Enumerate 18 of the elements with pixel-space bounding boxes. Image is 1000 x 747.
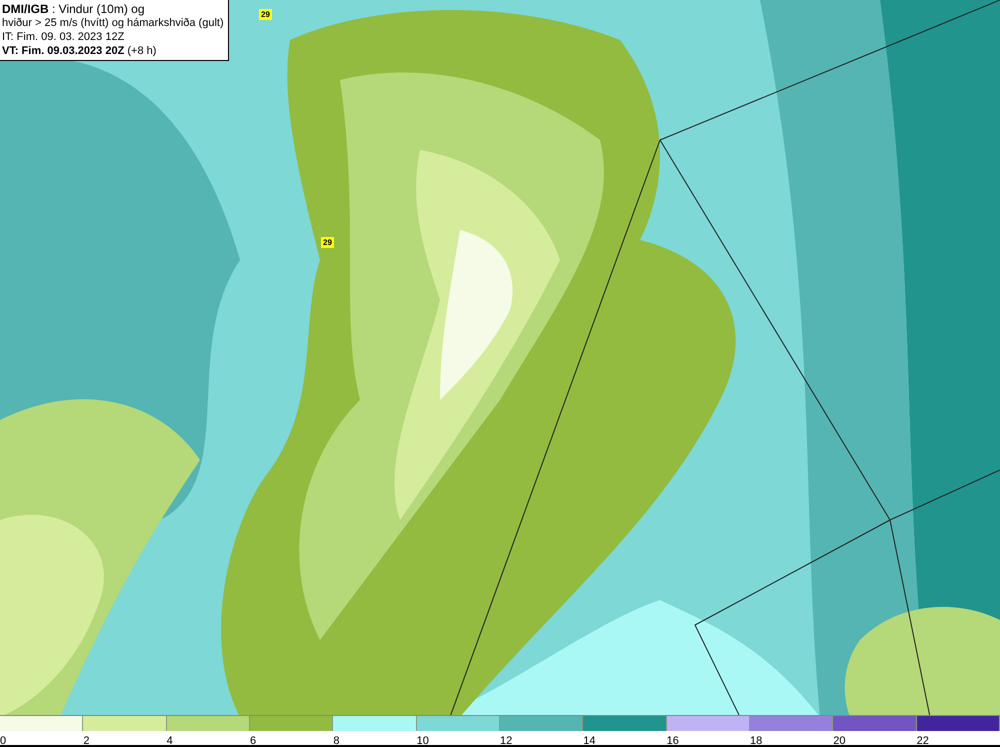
legend-label: 14 xyxy=(583,735,596,747)
legend-label: 18 xyxy=(750,735,762,747)
title-line: IT: Fim. 09. 03. 2023 12Z xyxy=(2,30,126,44)
legend-label: 8 xyxy=(333,735,340,747)
legend-label: 12 xyxy=(500,735,512,747)
title-line: DMI/IGB : Vindur (10m) og xyxy=(2,2,146,16)
gust-label: 29 xyxy=(259,9,272,20)
legend-label: 22 xyxy=(916,735,929,747)
legend-label: 2 xyxy=(83,735,90,747)
legend-label: 20 xyxy=(833,735,846,747)
legend-label: 6 xyxy=(250,735,256,747)
legend-label: 0 xyxy=(0,735,6,747)
legend-label: 10 xyxy=(416,735,429,747)
gust-label: 29 xyxy=(321,237,334,248)
title-line: hviður > 25 m/s (hvítt) og hámarkshviða (gult) xyxy=(2,16,224,30)
legend-label: 16 xyxy=(666,735,679,747)
title-line: VT: Fim. 09.03.2023 20Z (+8 h) xyxy=(2,44,158,58)
legend-label: 4 xyxy=(166,735,173,747)
